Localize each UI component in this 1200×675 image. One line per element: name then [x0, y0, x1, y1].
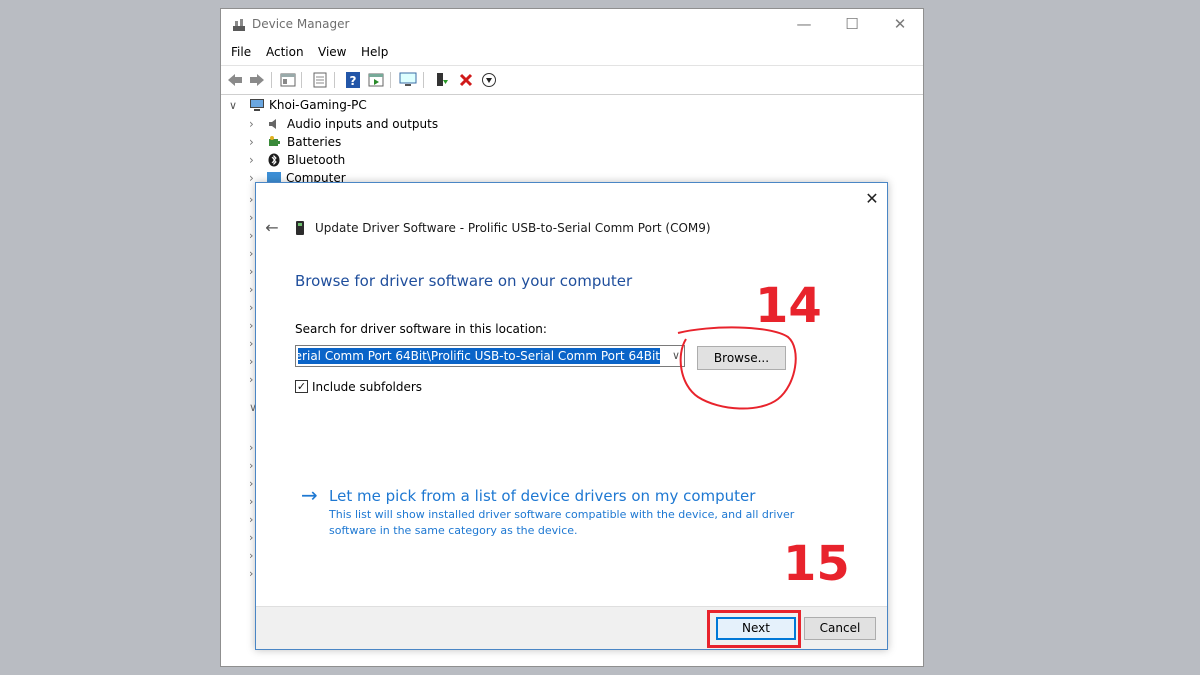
chevron-right-icon[interactable]: › [249, 531, 253, 544]
chevron-right-icon[interactable]: › [249, 319, 253, 332]
tree-item[interactable]: › Batteries [249, 133, 341, 151]
chevron-right-icon[interactable]: › [249, 549, 253, 562]
svg-text:?: ? [350, 74, 357, 88]
tree-root-label: Khoi-Gaming-PC [269, 98, 367, 112]
forward-arrow-icon[interactable] [248, 71, 266, 89]
dialog-header: Update Driver Software - Prolific USB-to… [315, 221, 711, 235]
back-arrow-icon[interactable] [226, 71, 244, 89]
chevron-right-icon[interactable]: › [249, 513, 253, 526]
driver-path-selected-text: -to-Serial Comm Port 64Bit\Prolific USB-… [298, 348, 660, 364]
help-icon[interactable]: ? [344, 71, 362, 89]
toolbar-divider [423, 72, 424, 88]
minimize-button[interactable]: — [781, 9, 827, 39]
update-driver-icon[interactable] [433, 71, 451, 89]
chevron-right-icon[interactable]: › [249, 567, 253, 580]
pick-driver-description: This list will show installed driver sof… [329, 508, 795, 537]
tree-item-label: Batteries [287, 135, 342, 149]
window-icon[interactable] [367, 71, 385, 89]
device-manager-icon [233, 19, 245, 31]
browse-highlight-circle [677, 326, 797, 410]
arrow-right-icon[interactable]: → [301, 485, 318, 505]
menu-file[interactable]: File [231, 45, 251, 59]
pick-driver-link[interactable]: Let me pick from a list of device driver… [329, 487, 755, 505]
speaker-icon [269, 119, 276, 129]
tree-item-label: Bluetooth [287, 153, 346, 167]
toolbar-divider [271, 72, 272, 88]
scan-monitor-icon[interactable] [399, 71, 417, 89]
chevron-right-icon[interactable]: › [249, 247, 253, 260]
step-15-annotation: 15 [783, 536, 850, 592]
chevron-right-icon[interactable]: › [249, 495, 253, 508]
properties-icon[interactable] [311, 71, 329, 89]
chevron-down-icon[interactable]: ∨ [229, 99, 243, 112]
cancel-button[interactable]: Cancel [804, 617, 876, 640]
download-circle-icon[interactable] [480, 71, 498, 89]
toolbar: ? [221, 65, 923, 95]
chevron-right-icon[interactable]: › [249, 355, 253, 368]
dialog-close-button[interactable]: ✕ [862, 189, 882, 209]
chevron-right-icon[interactable]: › [249, 301, 253, 314]
chevron-right-icon[interactable]: › [249, 117, 263, 131]
dialog-heading: Browse for driver software on your compu… [295, 272, 633, 290]
menu-bar: File Action View Help [221, 41, 923, 63]
usb-device-icon [296, 221, 304, 235]
uninstall-x-icon[interactable] [457, 71, 475, 89]
chevron-right-icon[interactable]: › [249, 441, 253, 454]
chevron-right-icon[interactable]: › [249, 283, 253, 296]
chevron-right-icon[interactable]: › [249, 337, 253, 350]
show-hide-icon[interactable] [279, 71, 297, 89]
chevron-right-icon[interactable]: › [249, 153, 263, 167]
chevron-right-icon[interactable]: › [249, 459, 253, 472]
chevron-right-icon[interactable]: › [249, 193, 253, 206]
include-subfolders-label: Include subfolders [312, 380, 423, 394]
tree-item[interactable]: › Audio inputs and outputs [249, 115, 438, 133]
chevron-right-icon[interactable]: › [249, 265, 253, 278]
driver-path-value: -to-Serial Comm Port 64Bit\Prolific USB-… [298, 349, 660, 363]
toolbar-divider [301, 72, 302, 88]
menu-help[interactable]: Help [361, 45, 388, 59]
menu-view[interactable]: View [318, 45, 346, 59]
chevron-right-icon[interactable]: › [249, 229, 253, 242]
back-arrow-icon[interactable]: ← [263, 219, 281, 237]
include-subfolders-checkbox[interactable]: ✓ [295, 380, 308, 393]
step-14-annotation: 14 [755, 278, 822, 334]
toolbar-divider [390, 72, 391, 88]
battery-icon [269, 136, 280, 146]
next-highlight-box [707, 610, 801, 648]
window-title: Device Manager [252, 17, 350, 31]
chevron-right-icon[interactable]: › [249, 373, 253, 386]
chevron-right-icon[interactable]: › [249, 135, 263, 149]
computer-icon [250, 99, 264, 111]
search-location-label: Search for driver software in this locat… [295, 322, 547, 336]
chevron-right-icon[interactable]: › [249, 211, 253, 224]
bluetooth-icon [268, 153, 280, 167]
tree-root[interactable]: ∨ Khoi-Gaming-PC [229, 96, 367, 114]
toolbar-divider [334, 72, 335, 88]
chevron-right-icon[interactable]: › [249, 477, 253, 490]
tree-item-label: Audio inputs and outputs [287, 117, 439, 131]
maximize-button[interactable]: ☐ [829, 9, 875, 39]
tree-item[interactable]: › Bluetooth [249, 151, 345, 169]
menu-action[interactable]: Action [266, 45, 304, 59]
driver-path-input[interactable]: -to-Serial Comm Port 64Bit\Prolific USB-… [295, 345, 685, 367]
close-button[interactable]: ✕ [877, 9, 923, 39]
title-bar: Device Manager — ☐ ✕ [221, 9, 923, 41]
